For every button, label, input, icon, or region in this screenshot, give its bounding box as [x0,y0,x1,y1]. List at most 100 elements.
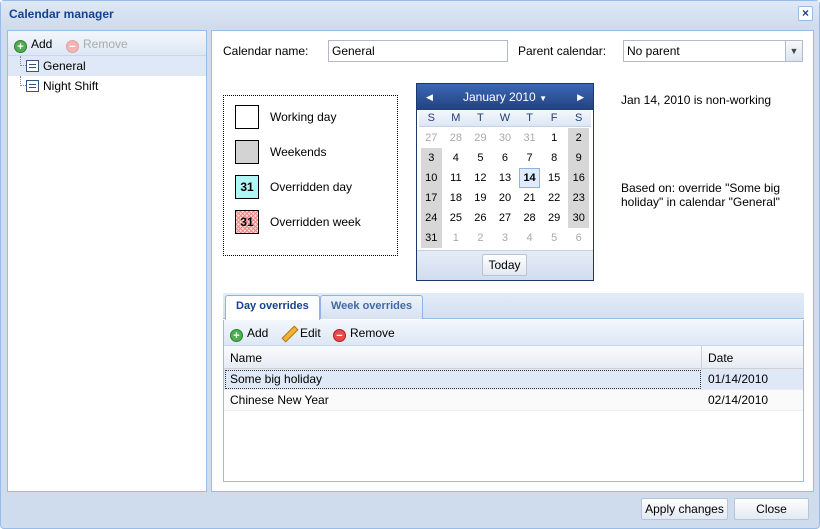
calendar-day-cell[interactable]: 31 [421,228,442,248]
calendar-day-cell[interactable]: 30 [495,128,516,148]
override-date-cell[interactable]: 01/14/2010 [708,372,768,386]
month-label: January 2010 [463,90,536,104]
day-of-week-header: W [492,110,518,127]
calendar-day-cell[interactable]: 7 [519,148,540,168]
override-name-cell[interactable]: Chinese New Year [230,393,329,407]
tree-item-label: General [43,59,86,73]
remove-calendar-label: Remove [83,37,128,51]
day-of-week-header: S [566,110,591,127]
tab-day-overrides[interactable]: Day overrides [225,295,320,320]
calendar-day-cell[interactable]: 28 [446,128,467,148]
close-button[interactable]: Close [734,498,809,520]
tree-item-general[interactable]: General [8,56,206,76]
calendar-day-cell[interactable]: 11 [446,168,467,188]
edit-override-button[interactable]: Edit [282,326,321,340]
calendar-day-cell[interactable]: 26 [470,208,491,228]
legend-label: Overridden week [270,215,361,229]
override-name-cell[interactable]: Some big holiday [230,372,322,386]
calendar-day-cell[interactable]: 6 [495,148,516,168]
calendar-day-cell[interactable]: 27 [495,208,516,228]
calendar-list-toolbar: + Add − Remove [8,31,206,56]
calendar-day-cell[interactable]: 21 [519,188,540,208]
day-status-text: Jan 14, 2010 is non-working [621,93,772,107]
date-picker-header: ◀ January 2010 ▼ ▶ [417,84,593,110]
overridden-week-swatch: 31 [235,210,259,234]
calendar-day-cell[interactable]: 23 [568,188,589,208]
today-button[interactable]: Today [482,254,527,276]
add-calendar-label: Add [31,37,53,51]
calendar-day-cell[interactable]: 6 [568,228,589,248]
column-header-date[interactable]: Date [708,351,733,365]
calendar-day-cell[interactable]: 1 [544,128,565,148]
chevron-down-icon[interactable]: ▼ [785,41,802,61]
calendar-day-cell[interactable]: 13 [495,168,516,188]
add-calendar-button[interactable]: + Add [14,37,52,53]
table-row[interactable]: Some big holiday 01/14/2010 [224,369,803,390]
day-of-week-header: T [468,110,493,127]
calendar-day-cell[interactable]: 20 [495,188,516,208]
column-header-name[interactable]: Name [230,351,262,365]
calendar-day-cell[interactable]: 5 [470,148,491,168]
calendar-day-cell[interactable]: 17 [421,188,442,208]
calendar-day-cell[interactable]: 30 [568,208,589,228]
month-selector[interactable]: January 2010 ▼ [417,90,593,104]
day-of-week-header: M [443,110,469,127]
calendar-day-cell[interactable]: 28 [519,208,540,228]
calendar-day-cell[interactable]: 19 [470,188,491,208]
parent-calendar-select[interactable]: No parent ▼ [623,40,803,62]
calendar-day-cell[interactable]: 1 [446,228,467,248]
calendar-day-cell[interactable]: 14 [519,168,540,188]
next-month-icon[interactable]: ▶ [577,92,584,103]
calendar-name-label: Calendar name: [223,44,309,58]
calendar-day-cell[interactable]: 29 [544,208,565,228]
remove-override-button[interactable]: − Remove [333,326,395,342]
edit-override-label: Edit [300,326,321,340]
based-on-text-line2: holiday" in calendar "General" [621,195,780,209]
add-override-button[interactable]: + Add [230,326,268,342]
window-titlebar[interactable]: Calendar manager × [1,1,819,27]
calendar-day-cell[interactable]: 16 [568,168,589,188]
overrides-toolbar: + Add Edit − Remove [224,320,803,346]
calendar-day-cell[interactable]: 10 [421,168,442,188]
calendar-list-panel: + Add − Remove General Night Shift [7,30,207,492]
parent-calendar-label: Parent calendar: [518,44,607,58]
calendar-day-cell[interactable]: 29 [470,128,491,148]
calendar-day-cell[interactable]: 31 [519,128,540,148]
calendar-day-cell[interactable]: 25 [446,208,467,228]
calendar-name-input[interactable]: General [328,40,508,62]
calendar-day-cell[interactable]: 4 [519,228,540,248]
overrides-tabstrip: Day overrides Week overrides [223,293,804,320]
calendar-day-cell[interactable]: 4 [446,148,467,168]
calendar-day-cell[interactable]: 9 [568,148,589,168]
working-day-swatch [235,105,259,129]
day-grid: 27 28 29 30 31 1 2 3 4 5 6 7 8 9 10 11 12 13 14 15 16 17 18 19 2… [417,127,593,248]
day-of-week-row: SMTWTFS [417,110,593,127]
calendar-day-cell[interactable]: 3 [421,148,442,168]
calendar-day-cell[interactable]: 22 [544,188,565,208]
close-icon[interactable]: × [798,6,813,21]
calendar-day-cell[interactable]: 15 [544,168,565,188]
weekend-swatch [235,140,259,164]
overrides-grid-header: Name Date [224,346,803,369]
legend: Working day Weekends 31 Overridden day 3… [223,95,398,256]
calendar-day-cell[interactable]: 24 [421,208,442,228]
calendar-day-cell[interactable]: 2 [470,228,491,248]
calendar-day-cell[interactable]: 12 [470,168,491,188]
day-overrides-panel: + Add Edit − Remove Name Date Some big hol… [223,320,804,482]
parent-calendar-value: No parent [627,44,680,58]
remove-calendar-button[interactable]: − Remove [66,37,128,53]
table-row[interactable]: Chinese New Year 02/14/2010 [224,390,803,411]
column-divider[interactable] [701,346,702,369]
override-date-cell[interactable]: 02/14/2010 [708,393,768,407]
apply-changes-button[interactable]: Apply changes [641,498,728,520]
calendar-day-cell[interactable]: 2 [568,128,589,148]
calendar-day-cell[interactable]: 5 [544,228,565,248]
tree-item-night-shift[interactable]: Night Shift [8,76,206,96]
pencil-icon [282,326,296,340]
calendar-day-cell[interactable]: 27 [421,128,442,148]
calendar-day-cell[interactable]: 18 [446,188,467,208]
window-title: Calendar manager [9,7,114,21]
calendar-day-cell[interactable]: 3 [495,228,516,248]
calendar-day-cell[interactable]: 8 [544,148,565,168]
tab-week-overrides[interactable]: Week overrides [320,295,424,319]
